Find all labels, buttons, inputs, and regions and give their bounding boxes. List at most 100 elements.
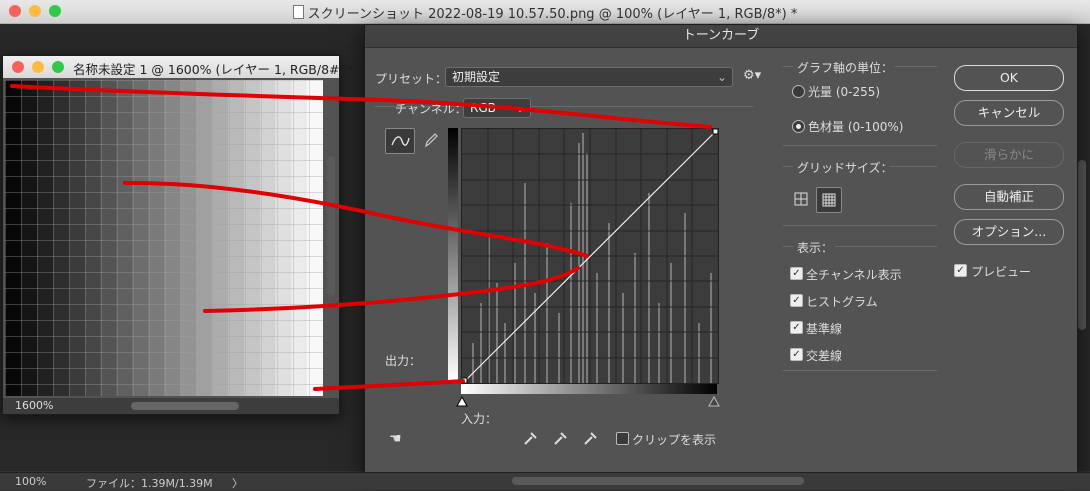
auto-button[interactable]: 自動補正 [954, 184, 1064, 210]
histogram-bar [608, 223, 610, 383]
histogram-bar [546, 243, 548, 383]
histogram-bar [582, 133, 584, 383]
main-window-title: スクリーンショット 2022-08-19 10.57.50.png @ 100%… [0, 3, 1090, 22]
histogram-bar [570, 203, 572, 383]
curve-point-black[interactable] [462, 377, 468, 383]
white-point-slider[interactable] [708, 396, 720, 407]
histogram-bar [648, 193, 650, 383]
gray-eyedropper-icon[interactable] [554, 432, 567, 445]
pencil-tool[interactable] [419, 128, 443, 152]
histogram-bar [496, 283, 498, 383]
show-title: 表示： [797, 241, 834, 255]
divider [889, 166, 937, 167]
input-label: 入力： [461, 412, 498, 426]
show-option-checkbox[interactable]: ✓ [790, 321, 803, 334]
clip-checkbox[interactable] [616, 432, 629, 445]
axis-unit-title: グラフ軸の単位： [797, 61, 894, 75]
grid-simple-button[interactable] [790, 188, 812, 210]
clip-label: クリップを表示 [632, 433, 717, 447]
curve-icon [391, 136, 410, 146]
show-option-label: 交差線 [806, 349, 843, 363]
doc-vertical-scrollbar[interactable] [327, 156, 335, 296]
gear-icon[interactable]: ⚙▾ [743, 68, 761, 83]
show-option-label: 基準線 [806, 322, 843, 336]
divider [783, 370, 937, 371]
status-bar: 100% ファイル：1.39M/1.39M 〉 [0, 472, 1090, 490]
preview-checkbox[interactable]: ✓ [954, 264, 967, 277]
grid-size-title: グリッドサイズ： [797, 161, 893, 175]
curve-graph-svg[interactable] [462, 129, 718, 383]
document-zoom[interactable]: 1600% [15, 399, 53, 412]
histogram-bar [710, 273, 712, 383]
output-gradient-bar [448, 128, 458, 382]
smooth-button[interactable]: 滑らかに [954, 142, 1064, 168]
divider [783, 166, 793, 167]
histogram-bar [658, 303, 660, 383]
pigment-label: 色材量 (0-100%) [808, 120, 904, 134]
show-option-checkbox[interactable]: ✓ [790, 267, 803, 280]
histogram-bar [480, 303, 482, 383]
main-vertical-scrollbar[interactable] [1078, 160, 1086, 330]
file-icon [292, 5, 304, 19]
document-titlebar: 名称未設定 1 @ 1600% (レイヤー 1, RGB/8#) * [3, 56, 355, 78]
histogram-bar [634, 253, 636, 383]
dialog-title: トーンカーブ [365, 25, 1077, 48]
preset-select[interactable]: 初期設定 ⌄ [445, 67, 733, 87]
main-window-titlebar: スクリーンショット 2022-08-19 10.57.50.png @ 100%… [0, 0, 1090, 24]
hand-target-icon[interactable]: ☚ [389, 431, 402, 447]
black-point-slider[interactable] [456, 396, 468, 407]
black-eyedropper-icon[interactable] [524, 432, 537, 445]
grid-simple-icon [794, 192, 808, 206]
channel-select[interactable]: RGB ⌄ [463, 98, 531, 118]
channel-label: チャンネル： [395, 102, 467, 116]
document-title: 名称未設定 1 @ 1600% (レイヤー 1, RGB/8#) * [73, 62, 355, 77]
pencil-icon [425, 133, 438, 148]
chevron-down-icon: ⌄ [514, 101, 525, 115]
histogram-bar [586, 153, 588, 383]
curve-graph[interactable] [461, 128, 719, 384]
histogram-bar [558, 313, 560, 383]
grid-detailed-button[interactable] [816, 187, 842, 213]
pixel-grid [5, 80, 323, 396]
light-label: 光量 (0-255) [808, 85, 881, 99]
histogram-bar [578, 143, 580, 383]
curve-point-white[interactable] [712, 129, 718, 135]
divider [783, 66, 793, 67]
divider [835, 246, 937, 247]
divider [783, 246, 793, 247]
doc-minimize-button[interactable] [32, 61, 44, 73]
document-footer: 1600% [3, 398, 339, 414]
divider [783, 145, 937, 146]
show-option-label: ヒストグラム [806, 295, 878, 309]
divider [895, 66, 937, 67]
main-horizontal-scrollbar[interactable] [512, 477, 804, 485]
input-sliders[interactable] [455, 396, 725, 410]
pigment-radio[interactable] [792, 120, 805, 133]
light-radio[interactable] [792, 85, 805, 98]
status-zoom[interactable]: 100% [15, 475, 46, 488]
chevron-down-icon: ⌄ [716, 70, 727, 84]
doc-zoom-button[interactable] [52, 61, 64, 73]
options-button[interactable]: オプション... [954, 219, 1064, 245]
ok-button[interactable]: OK [954, 65, 1064, 91]
show-option-label: 全チャンネル表示 [806, 268, 902, 282]
preset-label: プリセット： [375, 72, 448, 86]
input-gradient-bar [461, 384, 717, 394]
tone-curve-dialog: トーンカーブ プリセット： 初期設定 ⌄ ⚙▾ チャンネル： RGB ⌄ 出力： 入… [364, 24, 1078, 474]
white-eyedropper-icon[interactable] [584, 432, 597, 445]
show-option-checkbox[interactable]: ✓ [790, 348, 803, 361]
doc-close-button[interactable] [12, 61, 24, 73]
histogram-bar [472, 343, 474, 383]
preview-label: プレビュー [971, 265, 1032, 279]
cancel-button[interactable]: キャンセル [954, 100, 1064, 126]
curve-point-tool[interactable] [385, 128, 415, 154]
document-window: 名称未設定 1 @ 1600% (レイヤー 1, RGB/8#) * 1600% [2, 55, 355, 415]
histogram-bar [596, 273, 598, 383]
grid-detailed-icon [822, 193, 836, 207]
divider [783, 225, 937, 226]
show-option-checkbox[interactable]: ✓ [790, 294, 803, 307]
histogram-bar [524, 183, 526, 383]
doc-horizontal-scrollbar[interactable] [131, 402, 239, 410]
output-label: 出力： [385, 354, 422, 368]
eyedroppers [524, 432, 597, 445]
